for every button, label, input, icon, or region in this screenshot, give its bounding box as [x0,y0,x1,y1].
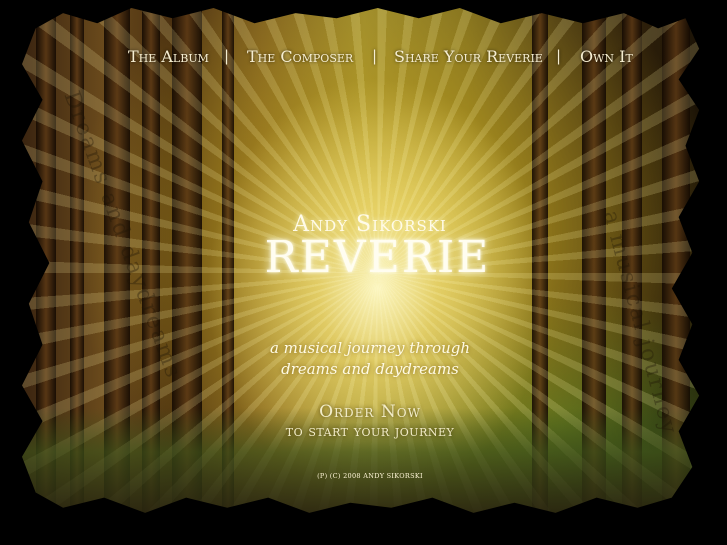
order-now-link[interactable]: Order Now to start your journey [0,403,727,441]
page: Dreams and daydreams a musical journey T… [0,0,727,545]
tagline-line-1: a musical journey through [269,339,471,357]
nav-separator: | [372,47,378,65]
copyright-notice: (P) (C) 2008 ANDY SIKORSKI [317,472,423,480]
order-now-sublabel: to start your journey [285,422,455,440]
main-navigation: The Album | The Composer | Share Your Re… [0,47,727,69]
nav-separator: | [224,47,230,65]
nav-link-the-album[interactable]: The Album [128,47,209,66]
nav-separator: | [556,47,562,65]
tagline: a musical journey through dreams and day… [0,338,727,380]
order-now-label: Order Now [319,402,421,422]
nav-link-own-it[interactable]: Own It [580,47,633,66]
tagline-line-2: dreams and daydreams [281,360,459,378]
nav-link-share-your-reverie[interactable]: Share Your Reverie [394,47,543,66]
album-title: REVERIE [264,232,491,283]
nav-link-the-composer[interactable]: The Composer [247,47,353,66]
